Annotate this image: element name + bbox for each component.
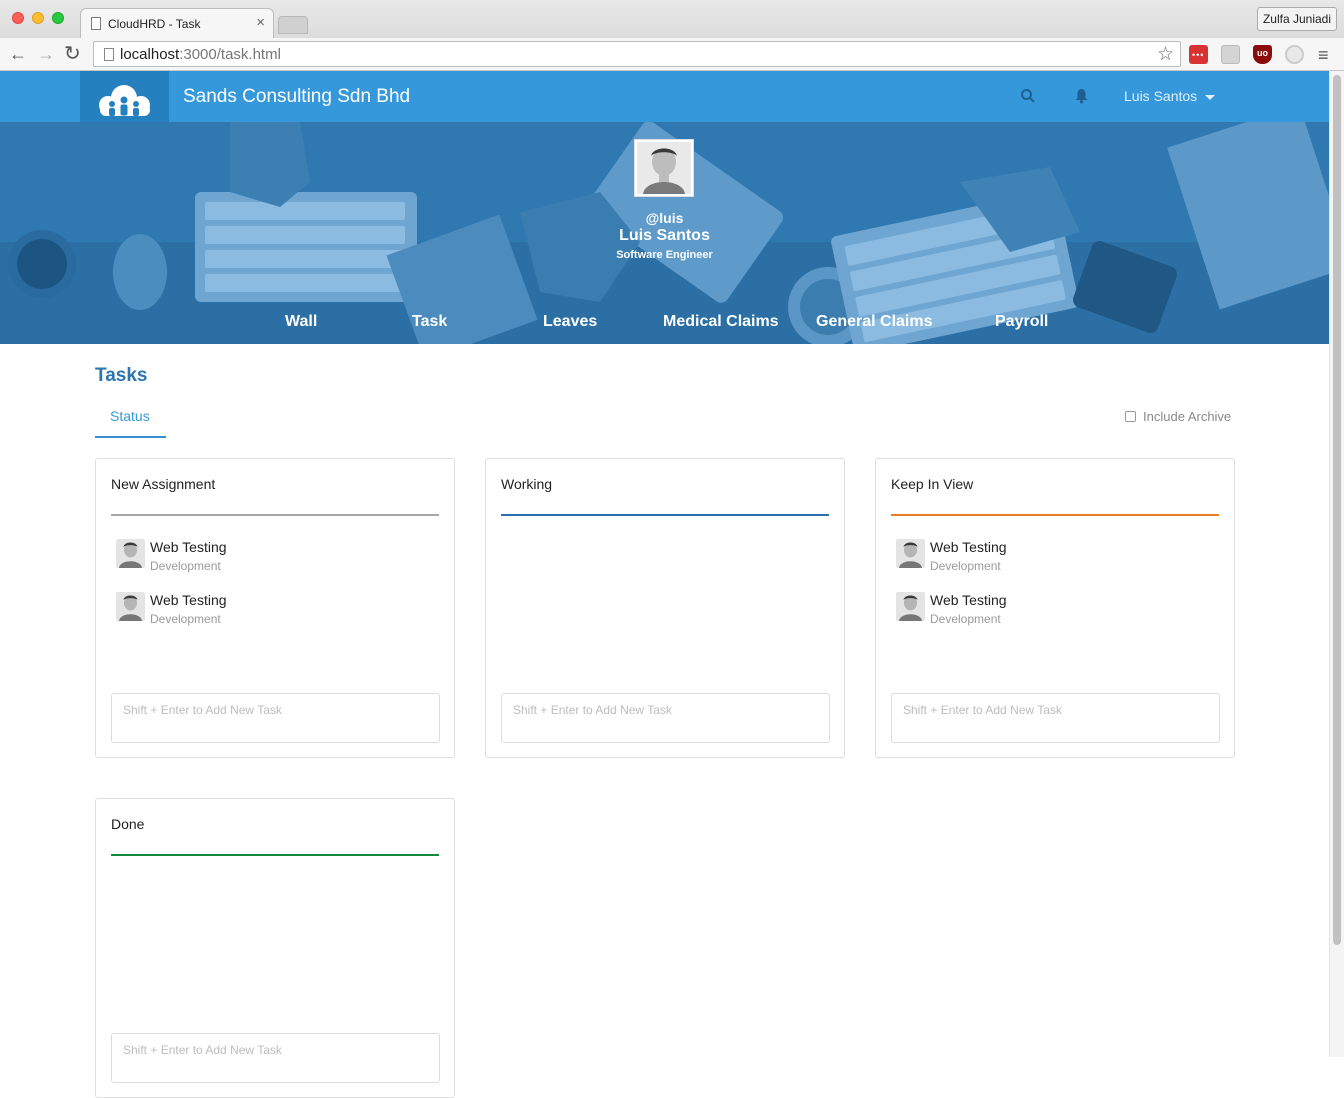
- column-done: Done: [95, 798, 455, 1098]
- avatar: [116, 592, 145, 621]
- column-title: New Assignment: [111, 476, 216, 492]
- nav-general-claims[interactable]: General Claims: [816, 313, 933, 331]
- close-window-button[interactable]: [12, 12, 24, 24]
- caret-down-icon: [1205, 94, 1216, 100]
- bookmark-star-icon[interactable]: ☆: [1157, 43, 1174, 66]
- url-text: localhost:3000/task.html: [120, 46, 281, 63]
- task-department: Development: [930, 559, 1001, 573]
- include-archive-label: Include Archive: [1143, 409, 1232, 424]
- new-task-input[interactable]: [891, 693, 1220, 743]
- column-title: Keep In View: [891, 476, 974, 492]
- column-title: Working: [501, 476, 553, 492]
- document-icon: [91, 17, 101, 30]
- back-button[interactable]: ←: [9, 42, 27, 66]
- column-keep-in-view: Keep In View Web Testing Development Web…: [875, 458, 1235, 758]
- profile-avatar[interactable]: [634, 139, 694, 197]
- browser-titlebar: CloudHRD - Task × Zulfa Juniadi: [0, 0, 1344, 38]
- column-accent-line: [111, 514, 439, 516]
- column-accent-line: [111, 854, 439, 856]
- lastpass-icon[interactable]: •••: [1189, 45, 1208, 64]
- app-header: Sands Consulting Sdn Bhd Luis Santos: [0, 71, 1329, 122]
- maximize-window-button[interactable]: [52, 12, 64, 24]
- profile-name: Luis Santos: [619, 227, 710, 244]
- task-card[interactable]: Web Testing Development: [896, 592, 1196, 632]
- task-name: Web Testing: [930, 592, 1007, 608]
- sync-icon[interactable]: [1285, 45, 1304, 64]
- nav-payroll[interactable]: Payroll: [995, 313, 1048, 331]
- task-name: Web Testing: [930, 539, 1007, 555]
- browser-toolbar: ← → ↻ localhost:3000/task.html ☆ ••• uo …: [0, 38, 1344, 71]
- company-name: Sands Consulting Sdn Bhd: [183, 86, 411, 107]
- browser-tab[interactable]: CloudHRD - Task ×: [80, 8, 274, 38]
- nav-medical-claims[interactable]: Medical Claims: [663, 313, 779, 331]
- reload-button[interactable]: ↻: [64, 42, 81, 66]
- task-name: Web Testing: [150, 539, 227, 555]
- user-photo: [637, 142, 691, 194]
- nav-leaves[interactable]: Leaves: [543, 313, 597, 331]
- column-new-assignment: New Assignment Web Testing Development W…: [95, 458, 455, 758]
- ublock-icon[interactable]: uo: [1253, 45, 1272, 64]
- task-name: Web Testing: [150, 592, 227, 608]
- page-icon: [104, 48, 114, 61]
- avatar: [896, 592, 925, 621]
- include-archive-toggle[interactable]: Include Archive: [1125, 409, 1231, 424]
- task-card[interactable]: Web Testing Development: [116, 592, 416, 632]
- include-archive-checkbox[interactable]: [1125, 411, 1136, 422]
- nav-wall[interactable]: Wall: [285, 313, 317, 331]
- tab-close-button[interactable]: ×: [256, 14, 265, 31]
- column-accent-line: [891, 514, 1219, 516]
- task-card[interactable]: Web Testing Development: [896, 539, 1196, 579]
- browser-menu-button[interactable]: ≡: [1318, 45, 1329, 66]
- css-viewer-icon[interactable]: [1221, 45, 1240, 64]
- forward-button[interactable]: →: [37, 42, 55, 66]
- task-card[interactable]: Web Testing Development: [116, 539, 416, 579]
- bell-icon[interactable]: [1074, 88, 1089, 104]
- address-bar[interactable]: localhost:3000/task.html ☆: [93, 41, 1181, 67]
- search-icon[interactable]: [1020, 88, 1036, 104]
- browser-profile-button[interactable]: Zulfa Juniadi: [1257, 7, 1337, 31]
- task-department: Development: [930, 612, 1001, 626]
- avatar: [896, 539, 925, 568]
- new-task-input[interactable]: [501, 693, 830, 743]
- new-tab-button[interactable]: [278, 16, 308, 34]
- column-working: Working: [485, 458, 845, 758]
- tab-status[interactable]: Status: [95, 398, 166, 438]
- nav-task[interactable]: Task: [412, 313, 447, 331]
- cloud-logo-icon: [99, 85, 150, 116]
- page-scrollbar[interactable]: [1329, 71, 1344, 1057]
- tab-title: CloudHRD - Task: [108, 17, 201, 31]
- task-department: Development: [150, 612, 221, 626]
- new-task-input[interactable]: [111, 693, 440, 743]
- profile-job-title: Software Engineer: [616, 249, 713, 261]
- task-department: Development: [150, 559, 221, 573]
- profile-handle: @luis: [645, 210, 684, 226]
- logo[interactable]: [80, 71, 169, 122]
- user-menu[interactable]: Luis Santos: [1124, 88, 1216, 104]
- page-title: Tasks: [95, 365, 148, 386]
- profile-banner: @luis Luis Santos Software Engineer Wall…: [0, 122, 1329, 344]
- column-accent-line: [501, 514, 829, 516]
- scrollbar-thumb[interactable]: [1333, 75, 1341, 945]
- minimize-window-button[interactable]: [32, 12, 44, 24]
- new-task-input[interactable]: [111, 1033, 440, 1083]
- avatar: [116, 539, 145, 568]
- column-title: Done: [111, 816, 145, 832]
